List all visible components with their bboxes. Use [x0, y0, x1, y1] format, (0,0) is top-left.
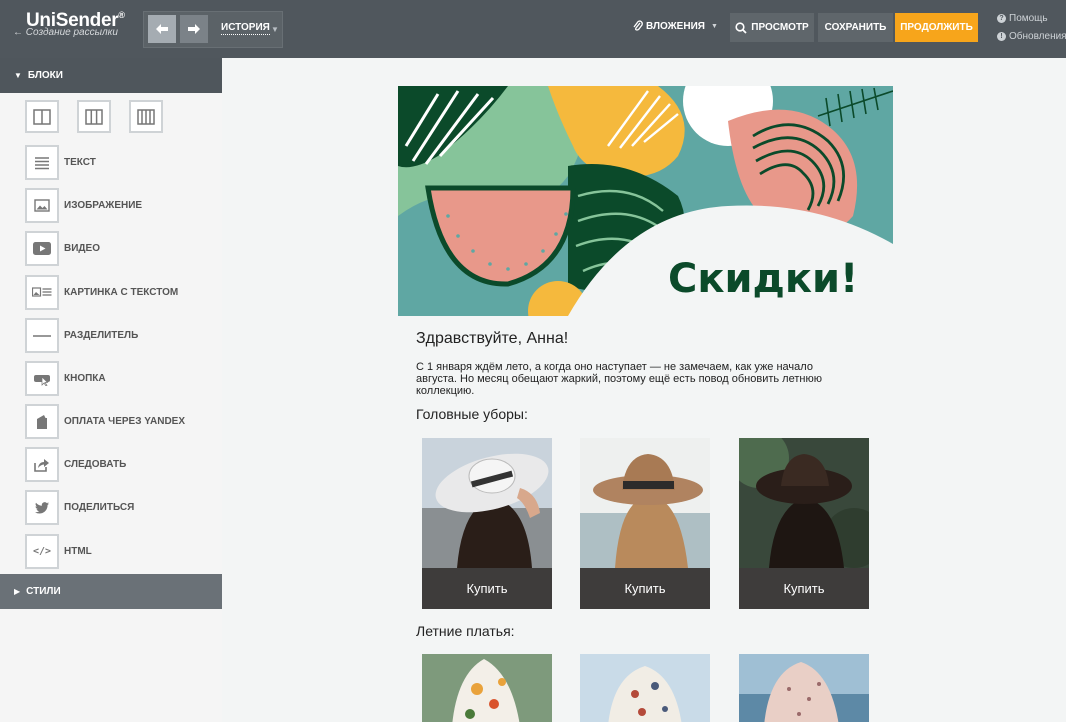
buy-button[interactable]: Купить — [422, 568, 552, 609]
email-preview: Скидки! Здравствуйте, Анна! С 1 января ж… — [398, 86, 893, 722]
three-columns-icon — [85, 108, 103, 125]
brown-hat-photo — [580, 438, 710, 568]
block-button[interactable]: КНОПКА — [25, 360, 106, 397]
undo-button[interactable] — [148, 15, 176, 43]
video-icon — [33, 242, 51, 255]
arrow-left-icon: ← — [13, 27, 26, 38]
block-follow[interactable]: СЛЕДОВАТЬ — [25, 446, 126, 483]
history-dropdown[interactable]: ИСТОРИЯ — [221, 22, 270, 35]
styles-section-header[interactable]: ▶ СТИЛИ — [0, 574, 222, 609]
redo-button[interactable] — [180, 15, 208, 43]
updates-link[interactable]: ! Обновления — [997, 31, 1066, 42]
section-title-hats[interactable]: Головные уборы: — [416, 406, 528, 422]
attachments-label: ВЛОЖЕНИЯ — [646, 20, 705, 32]
block-label: КНОПКА — [64, 373, 106, 384]
block-image[interactable]: ИЗОБРАЖЕНИЕ — [25, 187, 142, 224]
product-card[interactable]: Купить — [580, 438, 710, 609]
preview-label: ПРОСМОТР — [751, 22, 809, 33]
block-yandex-payment[interactable]: ОПЛАТА ЧЕРЕЗ YANDEX — [25, 403, 185, 440]
block-label: ОПЛАТА ЧЕРЕЗ YANDEX — [64, 416, 186, 427]
blocks-sidebar: ▼ БЛОКИ ТЕКСТ ИЗОБРАЖЕНИЕ ВИДЕО КАРТИНКА… — [0, 58, 222, 722]
dark-hat-photo — [739, 438, 869, 568]
floral-dress-photo — [422, 654, 552, 722]
chevron-down-icon: ▼ — [271, 25, 279, 34]
undo-arrow-icon — [156, 24, 168, 34]
product-image — [422, 438, 552, 568]
greeting-text[interactable]: Здравствуйте, Анна! — [416, 330, 568, 348]
info-icon: ! — [997, 32, 1006, 41]
buy-button[interactable]: Купить — [580, 568, 710, 609]
dress-image[interactable] — [739, 654, 869, 722]
help-link[interactable]: ? Помощь — [997, 13, 1048, 24]
blocks-section-header[interactable]: ▼ БЛОКИ — [0, 58, 222, 93]
block-divider[interactable]: РАЗДЕЛИТЕЛЬ — [25, 317, 138, 354]
save-label: СОХРАНИТЬ — [824, 22, 887, 33]
block-text[interactable]: ТЕКСТ — [25, 144, 96, 181]
block-label: ВИДЕО — [64, 243, 100, 254]
continue-label: ПРОДОЛЖИТЬ — [900, 22, 973, 33]
caret-right-icon: ▶ — [14, 587, 21, 596]
top-toolbar: UniSender® ← Создание рассылки ИСТОРИЯ ▼… — [0, 0, 1066, 58]
block-label: СЛЕДОВАТЬ — [64, 459, 127, 470]
two-columns-icon — [33, 108, 51, 125]
save-button[interactable]: СОХРАНИТЬ — [818, 13, 893, 42]
buy-button[interactable]: Купить — [739, 568, 869, 609]
share-icon — [34, 458, 49, 472]
product-card[interactable]: Купить — [739, 438, 869, 609]
attachments-dropdown[interactable]: ВЛОЖЕНИЯ ▼ — [633, 20, 718, 32]
summer-banner-illustration: Скидки! — [398, 86, 893, 316]
block-html[interactable]: </> HTML — [25, 533, 92, 570]
block-video[interactable]: ВИДЕО — [25, 230, 100, 267]
email-canvas: Скидки! Здравствуйте, Анна! С 1 января ж… — [222, 58, 1066, 722]
layout-2-columns-block[interactable] — [25, 100, 59, 133]
styles-title: СТИЛИ — [26, 586, 61, 597]
block-label: ИЗОБРАЖЕНИЕ — [64, 200, 143, 211]
chevron-down-icon: ▼ — [710, 22, 718, 30]
history-group: ИСТОРИЯ ▼ — [143, 11, 283, 48]
four-columns-icon — [137, 108, 155, 125]
button-icon — [34, 374, 50, 386]
product-image — [580, 438, 710, 568]
question-icon: ? — [997, 14, 1006, 23]
pink-dress-photo — [739, 654, 869, 722]
product-image — [739, 438, 869, 568]
block-label: КАРТИНКА С ТЕКСТОМ — [64, 287, 179, 298]
block-label: ПОДЕЛИТЬСЯ — [64, 502, 135, 513]
print-dress-photo — [580, 654, 710, 722]
magnifier-icon — [735, 21, 747, 34]
updates-label: Обновления — [1009, 31, 1066, 42]
block-label: HTML — [64, 546, 92, 557]
block-label: ТЕКСТ — [64, 157, 96, 168]
wallet-icon — [37, 414, 47, 429]
block-image-with-text[interactable]: КАРТИНКА С ТЕКСТОМ — [25, 274, 178, 311]
code-icon: </> — [32, 546, 52, 557]
banner-image[interactable]: Скидки! — [398, 86, 893, 316]
layout-4-columns-block[interactable] — [129, 100, 163, 133]
dress-image[interactable] — [580, 654, 710, 722]
blocks-title: БЛОКИ — [27, 70, 63, 81]
help-label: Помощь — [1009, 13, 1048, 24]
section-title-dresses[interactable]: Летние платья: — [416, 623, 515, 639]
dress-image[interactable] — [422, 654, 552, 722]
block-label: РАЗДЕЛИТЕЛЬ — [64, 330, 139, 341]
intro-text[interactable]: С 1 января ждём лето, а когда оно наступ… — [416, 361, 836, 397]
continue-button[interactable]: ПРОДОЛЖИТЬ — [895, 13, 978, 42]
white-hat-photo — [422, 438, 552, 568]
paperclip-icon — [633, 20, 643, 31]
layout-3-columns-block[interactable] — [77, 100, 111, 133]
subtitle-text: Создание рассылки — [25, 27, 118, 38]
product-card[interactable]: Купить — [422, 438, 552, 609]
redo-arrow-icon — [188, 24, 200, 34]
divider-icon — [33, 334, 51, 337]
back-to-campaign-link[interactable]: ← Создание рассылки — [13, 27, 118, 38]
image-icon — [34, 199, 50, 212]
twitter-icon — [35, 501, 49, 514]
image-text-icon — [32, 286, 52, 297]
preview-button[interactable]: ПРОСМОТР — [730, 13, 814, 42]
banner-title: Скидки! — [668, 256, 858, 302]
text-icon — [35, 156, 49, 169]
caret-down-icon: ▼ — [14, 71, 22, 80]
block-share[interactable]: ПОДЕЛИТЬСЯ — [25, 489, 134, 526]
